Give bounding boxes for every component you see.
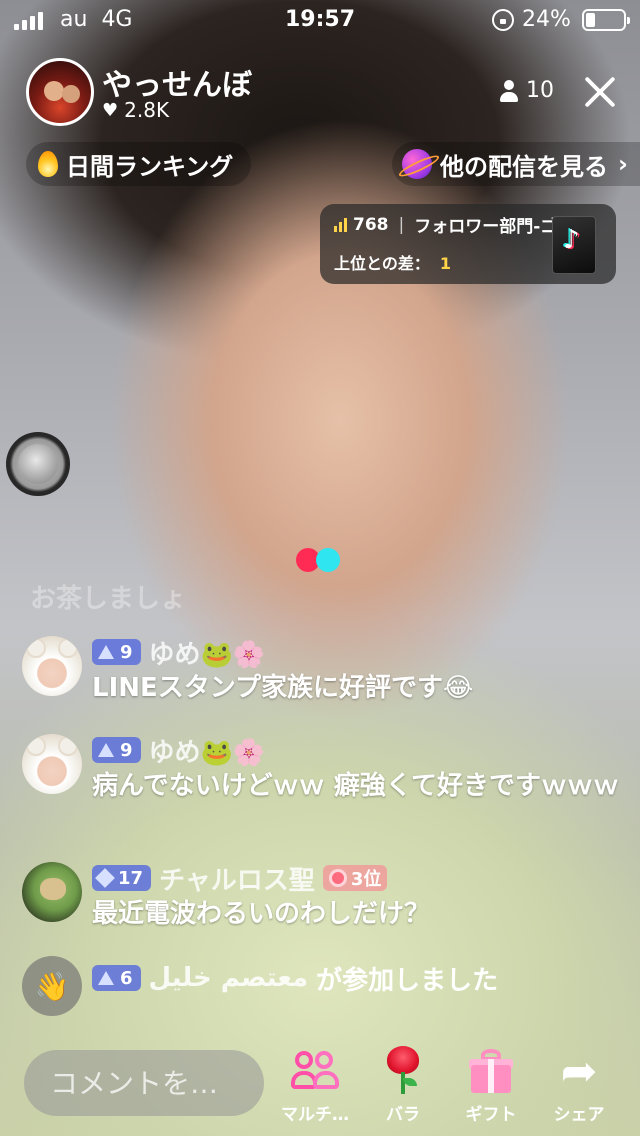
joiner-name[interactable]: معتصم خليل xyxy=(149,963,309,993)
cyan-dot xyxy=(316,548,340,572)
comment-header: 17 チャルロス聖 3位 xyxy=(92,860,388,897)
commenter-avatar[interactable] xyxy=(22,734,82,794)
rank-category: フォロワー部門-ゴー xyxy=(414,217,554,237)
level-badge: 9 xyxy=(92,639,141,665)
rank-gap-label: 上位との差： xyxy=(334,254,430,273)
join-line: 6 معتصم خليل が参加しました xyxy=(92,956,498,1000)
share-label: シェア xyxy=(553,1105,605,1125)
gift-icon xyxy=(469,1049,513,1093)
gift-button[interactable]: ギフト xyxy=(456,1046,526,1125)
level-triangle-icon xyxy=(98,645,114,659)
daily-ranking-button[interactable]: 日間ランキング xyxy=(26,142,252,186)
commenter-name[interactable]: チャルロス聖 xyxy=(159,860,315,897)
level-value: 6 xyxy=(120,967,133,989)
rank-summary: 768 | フォロワー部門-ゴー xyxy=(334,212,554,237)
rank-divider: | xyxy=(398,214,405,235)
multi-guest-label: マルチ… xyxy=(281,1105,349,1125)
comment-header: 9 ゆめ🐸🌸 xyxy=(92,732,266,769)
comment-text: 最近電波わるいのわしだけ？ xyxy=(92,899,431,929)
heart-icon: ♥ xyxy=(102,99,119,121)
other-streams-button[interactable]: 他の配信を見る › xyxy=(392,142,640,186)
multi-guest-icon xyxy=(291,1049,339,1093)
comment-item[interactable]: 9 ゆめ🐸🌸 病んでないけどｗｗ 癖強くて好きですｗｗｗ xyxy=(22,734,622,834)
viewer-count-value: 10 xyxy=(526,78,554,103)
commenter-name[interactable]: ゆめ🐸🌸 xyxy=(149,634,266,671)
commenter-name[interactable]: ゆめ🐸🌸 xyxy=(149,732,266,769)
gift-label: ギフト xyxy=(465,1105,517,1125)
level-value: 17 xyxy=(118,867,144,889)
level-badge: 17 xyxy=(92,865,152,891)
comment-header: 9 ゆめ🐸🌸 xyxy=(92,634,266,671)
host-likes: ♥ 2.8K xyxy=(102,98,169,122)
rank-badge: 3位 xyxy=(322,865,388,891)
level-triangle-icon xyxy=(98,743,114,757)
share-arrow-icon: ➦ xyxy=(560,1045,598,1097)
daily-ranking-label: 日間ランキング xyxy=(66,152,234,181)
join-event: 👋 6 معتصم خليل が参加しました xyxy=(22,956,622,1016)
level-diamond-icon xyxy=(95,868,115,888)
rotation-lock-icon xyxy=(492,9,514,31)
comment-item[interactable]: 9 ゆめ🐸🌸 LINEスタンプ家族に好評です😂 xyxy=(22,636,622,706)
planet-icon xyxy=(402,149,432,179)
viewer-count[interactable]: 10 xyxy=(500,78,554,103)
faded-comment: お茶しましょ xyxy=(30,584,187,614)
medal-icon xyxy=(328,869,347,887)
close-icon[interactable] xyxy=(580,72,620,112)
rank-gap: 上位との差： 1 xyxy=(334,250,451,274)
rank-box[interactable]: 768 | フォロワー部門-ゴー 上位との差： 1 ♪ xyxy=(320,204,616,284)
host-avatar[interactable] xyxy=(26,58,94,126)
other-streams-label: 他の配信を見る xyxy=(440,152,608,181)
level-value: 9 xyxy=(120,641,133,663)
multi-guest-button[interactable]: マルチ… xyxy=(280,1046,350,1125)
flame-icon xyxy=(38,151,58,177)
battery-percent: 24% xyxy=(522,7,571,32)
comment-item[interactable]: 17 チャルロス聖 3位 最近電波わるいのわしだけ？ xyxy=(22,862,622,932)
commenter-avatar[interactable] xyxy=(22,636,82,696)
rank-number: 768 xyxy=(353,214,389,235)
level-badge: 9 xyxy=(92,737,141,763)
floating-record-button[interactable] xyxy=(6,432,70,496)
join-text: が参加しました xyxy=(316,965,499,996)
status-bar: au 4G 19:57 24% xyxy=(0,0,640,40)
rose-button[interactable]: バラ xyxy=(368,1046,438,1125)
level-triangle-icon xyxy=(98,971,114,985)
tiktok-logo-icon: ♪ xyxy=(552,216,596,274)
level-value: 9 xyxy=(120,739,133,761)
battery-icon xyxy=(582,9,630,31)
rank-badge-label: 3位 xyxy=(350,869,382,890)
comment-text: 病んでないけどｗｗ 癖強くて好きですｗｗｗ xyxy=(92,771,619,801)
host-likes-count: 2.8K xyxy=(124,98,170,122)
person-icon xyxy=(500,79,518,102)
share-button[interactable]: ➦ シェア xyxy=(544,1045,614,1126)
wave-hand-icon: 👋 xyxy=(22,956,82,1016)
comment-text: LINEスタンプ家族に好評です😂 xyxy=(92,673,474,703)
commenter-avatar[interactable] xyxy=(22,862,82,922)
level-badge: 6 xyxy=(92,965,141,991)
rose-label: バラ xyxy=(386,1105,420,1125)
comment-input[interactable] xyxy=(24,1050,264,1116)
chevron-right-icon: › xyxy=(618,150,628,178)
rank-gap-value: 1 xyxy=(439,254,451,273)
bars-icon xyxy=(334,217,347,232)
loading-dots xyxy=(296,548,340,572)
rose-icon xyxy=(383,1046,423,1096)
